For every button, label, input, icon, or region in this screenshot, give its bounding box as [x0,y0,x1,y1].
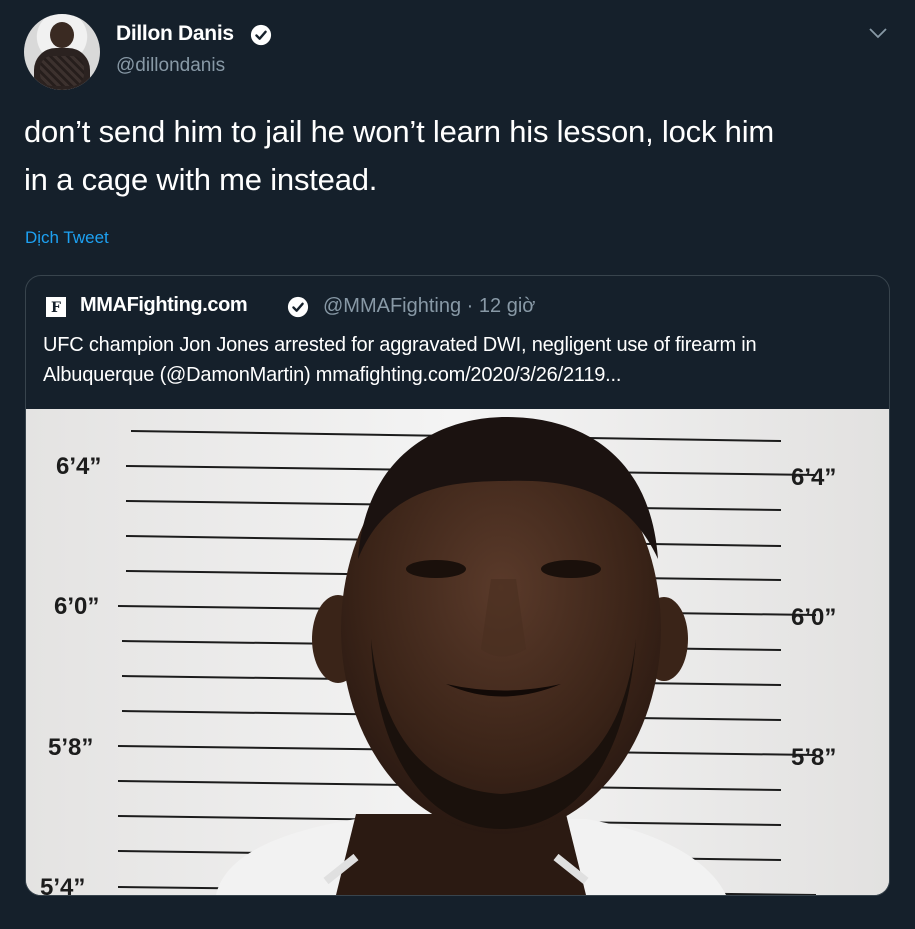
tweet: Dillon Danis @dillondanis don’t send him… [0,0,915,929]
author-handle[interactable]: @dillondanis [116,55,225,77]
height-label: 5’4” [40,874,85,895]
quoted-handle-time: @MMAFighting · 12 giờ [323,295,536,317]
height-label: 6’4” [791,464,836,491]
verified-badge-icon [250,24,272,46]
height-label: 5’8” [48,734,93,761]
quoted-tweet[interactable]: F MMAFighting.com @MMAFighting · 12 giờ … [25,275,890,896]
quoted-text-line: UFC champion Jon Jones arrested for aggr… [43,334,757,356]
translate-tweet-link[interactable]: Dịch Tweet [25,228,109,248]
mugshot-image[interactable]: 6’4” 6’0” 5’8” 5’4” 6’4” 6’0” 5’8” [26,409,889,895]
author-name[interactable]: Dillon Danis [116,22,234,46]
avatar-tattoo [40,56,84,86]
tweet-text-line: don’t send him to jail he won’t learn hi… [24,114,775,149]
quoted-tweet-text: UFC champion Jon Jones arrested for aggr… [43,330,883,390]
author-avatar[interactable] [24,14,100,90]
height-label: 6’0” [54,593,99,620]
tweet-text-line: in a cage with me instead. [24,162,378,197]
height-label: 6’0” [791,604,836,631]
mugshot-svg: 6’4” 6’0” 5’8” 5’4” 6’4” 6’0” 5’8” [26,409,889,895]
chevron-down-icon[interactable] [868,26,888,40]
mmafighting-logo-icon: F [46,297,66,317]
tweet-text: don’t send him to jail he won’t learn hi… [24,108,904,204]
quoted-author-name: MMAFighting.com [80,294,248,316]
avatar-head [50,22,74,48]
height-label: 6’4” [56,453,101,480]
quoted-text-line: Albuquerque (@DamonMartin) mmafighting.c… [43,364,622,386]
verified-badge-icon [287,296,309,318]
height-label: 5’8” [791,744,836,771]
